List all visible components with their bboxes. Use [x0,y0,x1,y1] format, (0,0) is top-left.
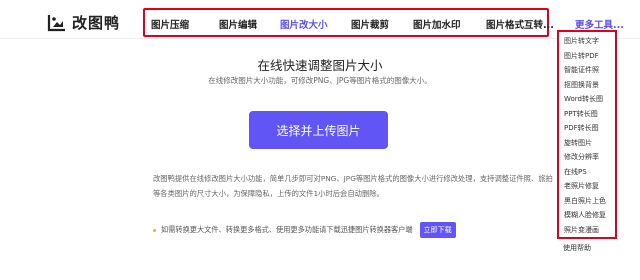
page-subtitle: 在线修改图片大小功能，可修改PNG、JPG等图片格式的图像大小。 [208,76,432,85]
logo-icon [47,14,65,31]
dropdown-item[interactable]: PDF转长图 [564,123,599,133]
page-title: 在线快速调整图片大小 [257,58,383,73]
dropdown-item[interactable]: Word转长图 [564,94,603,104]
nav-item-crop[interactable]: 图片裁剪 [351,17,389,31]
dropdown-item[interactable]: 修改分辨率 [564,152,599,162]
dropdown-item[interactable]: 图片转文字 [564,36,599,46]
notice-text: 如需转换更大文件、转换更多格式、使用更多功能请下载迅捷图片转换器客户端 [161,225,413,234]
dropdown-item[interactable]: 照片变漫画 [564,225,599,235]
help-link[interactable]: 使用帮助 [563,243,591,253]
page: 改图鸭 图片压缩 图片编辑 图片改大小 图片裁剪 图片加水印 图片格式互转...… [0,0,640,280]
download-notice: 如需转换更大文件、转换更多格式、使用更多功能请下载迅捷图片转换器客户端 立即下载 [153,222,456,238]
download-now-button[interactable]: 立即下载 [419,222,456,238]
nav-item-watermark[interactable]: 图片加水印 [413,17,461,31]
nav-item-edit[interactable]: 图片编辑 [219,17,257,31]
dropdown-item[interactable]: 模糊人脸修复 [564,210,606,220]
more-tools-link[interactable]: 更多工具... [575,17,624,31]
dropdown-item[interactable]: 在线PS [564,167,587,177]
brand-logo[interactable]: 改图鸭 [46,12,120,33]
nav-item-resize[interactable]: 图片改大小 [280,17,328,31]
dropdown-item[interactable]: PPT转长图 [564,109,598,119]
brand-name: 改图鸭 [72,14,121,32]
feature-description: 改图鸭提供在线修改图片大小功能，简单几步即可对PNG、JPG等图片格式的图像大小… [153,174,553,198]
dropdown-item[interactable]: 旋转图片 [564,138,592,148]
dropdown-item[interactable]: 老照片修复 [564,181,599,191]
bullet-icon [153,228,156,232]
top-nav: 图片压缩 图片编辑 图片改大小 图片裁剪 图片加水印 图片格式互转... [143,8,554,37]
nav-item-format-convert[interactable]: 图片格式互转... [486,17,554,31]
dropdown-item[interactable]: 黑白照片上色 [564,196,606,206]
upload-image-button[interactable]: 选择并上传图片 [249,111,388,149]
nav-item-compress[interactable]: 图片压缩 [151,17,189,31]
header-divider [0,38,640,39]
